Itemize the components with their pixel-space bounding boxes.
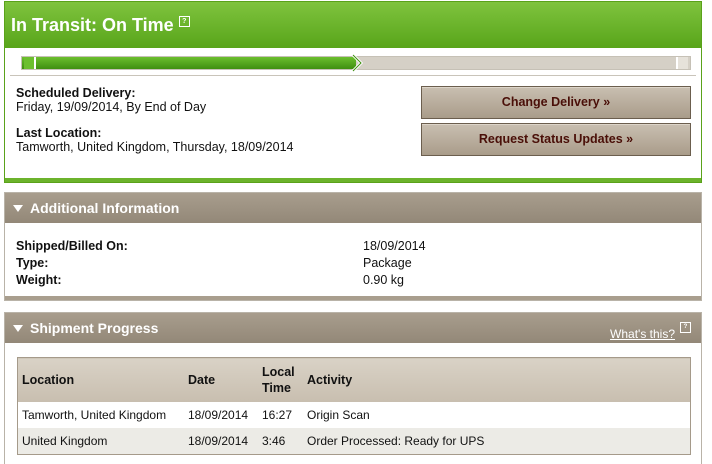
delivery-progress-bar (21, 53, 691, 73)
section-title: Shipment Progress (30, 320, 159, 336)
progress-fill (22, 57, 356, 69)
cell-location: Tamworth, United Kingdom (17, 402, 184, 428)
shipped-on-value: 18/09/2014 (363, 239, 426, 253)
collapse-triangle-icon (13, 204, 23, 212)
whats-this-label: What's this? (610, 327, 675, 341)
cell-activity: Origin Scan (303, 402, 691, 428)
section-title: Additional Information (30, 200, 180, 216)
divider (10, 75, 696, 76)
collapse-triangle-icon (13, 324, 23, 332)
shipped-on-label: Shipped/Billed On: (16, 239, 128, 253)
cell-time: 16:27 (258, 402, 303, 428)
status-panel: In Transit: On Time? Scheduled Delivery:… (4, 1, 702, 183)
cell-activity: Order Processed: Ready for UPS (303, 428, 691, 455)
help-icon: ? (680, 322, 691, 333)
table-header-row: Location Date Local Time Activity (17, 357, 691, 402)
table-row: Tamworth, United Kingdom 18/09/2014 16:2… (17, 402, 691, 428)
cell-date: 18/09/2014 (184, 402, 258, 428)
type-label: Type: (16, 256, 49, 270)
details-values: 18/09/2014 Package 0.90 kg (363, 238, 426, 289)
column-header-activity: Activity (303, 357, 691, 402)
column-header-date: Date (184, 357, 258, 402)
type-value: Package (363, 256, 412, 270)
shipment-progress-panel: Shipment Progress What's this?? Location… (4, 312, 702, 464)
status-header: In Transit: On Time? (5, 2, 701, 48)
scheduled-delivery-label: Scheduled Delivery: (16, 86, 136, 100)
progress-arrow-icon (351, 53, 364, 73)
progress-end-cap (676, 57, 688, 69)
status-title: In Transit: On Time (11, 15, 174, 35)
last-location-label: Last Location: (16, 126, 102, 140)
last-location: Last Location: Tamworth, United Kingdom,… (16, 126, 293, 154)
scheduled-delivery: Scheduled Delivery: Friday, 19/09/2014, … (16, 86, 206, 114)
weight-value: 0.90 kg (363, 273, 405, 287)
help-icon[interactable]: ? (178, 16, 190, 27)
column-header-location: Location (17, 357, 184, 402)
column-header-local-time: Local Time (258, 357, 303, 402)
cell-time: 3:46 (258, 428, 303, 455)
progress-start-cap (24, 57, 36, 69)
section-footer-bar (5, 296, 701, 300)
status-footer-bar (5, 178, 701, 182)
weight-label: Weight: (16, 273, 62, 287)
scheduled-delivery-value: Friday, 19/09/2014, By End of Day (16, 100, 207, 114)
change-delivery-button[interactable]: Change Delivery » (421, 86, 691, 119)
request-status-updates-button[interactable]: Request Status Updates » (421, 123, 691, 156)
cell-location: United Kingdom (17, 428, 184, 455)
last-location-value: Tamworth, United Kingdom, Thursday, 18/0… (16, 140, 294, 154)
table-row: United Kingdom 18/09/2014 3:46 Order Pro… (17, 428, 691, 455)
cell-date: 18/09/2014 (184, 428, 258, 455)
shipment-progress-header[interactable]: Shipment Progress What's this?? (5, 313, 701, 343)
whats-this-link[interactable]: What's this?? (610, 319, 691, 349)
additional-information-header[interactable]: Additional Information (5, 193, 701, 223)
details-labels: Shipped/Billed On: Type: Weight: (16, 238, 128, 289)
additional-information-panel: Additional Information Shipped/Billed On… (4, 192, 702, 301)
shipment-progress-table: Location Date Local Time Activity Tamwor… (17, 357, 691, 455)
